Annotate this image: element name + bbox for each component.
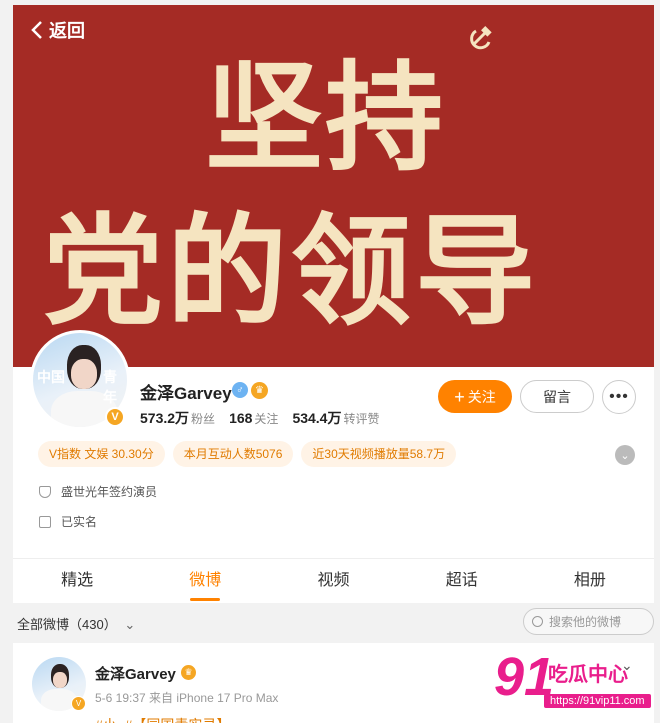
profile-tags: V指数 文娱 30.30分 本月互动人数5076 近30天视频播放量58.7万: [38, 441, 457, 467]
post-meta: 5-6 19:37 来自 iPhone 17 Pro Max: [95, 691, 279, 705]
feed-filter-dropdown[interactable]: 全部微博（430） ⌄: [17, 614, 135, 633]
verified-badge-icon: V: [71, 696, 86, 711]
avatar-text-left: 中国: [37, 369, 65, 385]
id-card-icon: [39, 515, 51, 528]
tag-video-plays[interactable]: 近30天视频播放量58.7万: [301, 441, 457, 467]
info-verified: 已实名: [39, 513, 97, 530]
post-author[interactable]: 金泽Garvey: [95, 663, 176, 684]
party-emblem-icon: [470, 26, 492, 50]
profile-banner: 返回 坚持 党的领导: [13, 5, 654, 367]
avatar-text-right: 青年: [103, 369, 117, 405]
follow-button[interactable]: + 关注: [438, 380, 512, 413]
watermark-url: https://91vip11.com: [544, 694, 651, 708]
banner-slogan-line1: 坚持: [205, 49, 446, 187]
post-text[interactable]: #小..#【同国青实录】: [95, 715, 230, 723]
info-agency: 盛世光年签约演员: [39, 483, 157, 500]
chevron-down-icon: ⌄: [124, 617, 136, 632]
male-icon: ♂: [232, 382, 248, 398]
stat-followers[interactable]: 573.2万 粉丝: [140, 408, 215, 428]
more-options-button[interactable]: •••: [602, 380, 636, 414]
plus-icon: +: [454, 386, 465, 407]
shield-icon: [39, 485, 51, 498]
back-button[interactable]: 返回: [31, 17, 85, 43]
profile-name: 金泽Garvey: [140, 384, 232, 403]
banner-slogan-line2: 党的领导: [43, 203, 539, 342]
crown-badge-icon: ♛: [181, 665, 196, 680]
tab-featured[interactable]: 精选: [13, 559, 141, 603]
stat-engagement: 534.4万 转评赞: [292, 410, 380, 426]
tab-album[interactable]: 相册: [526, 559, 654, 603]
chevron-down-icon[interactable]: ⌄: [615, 445, 635, 465]
tab-super-topic[interactable]: 超话: [398, 559, 526, 603]
tab-weibo[interactable]: 微博: [141, 559, 269, 603]
tag-v-index[interactable]: V指数 文娱 30.30分: [38, 441, 165, 467]
tab-video[interactable]: 视频: [269, 559, 397, 603]
back-label: 返回: [49, 21, 85, 41]
watermark-brand: 吃瓜中心: [548, 664, 628, 686]
profile-tabs: 精选 微博 视频 超话 相册: [13, 559, 654, 603]
chevron-left-icon: [31, 21, 42, 39]
message-button[interactable]: 留言: [520, 380, 594, 413]
search-icon: [532, 616, 543, 627]
profile-card: 返回 坚持 党的领导 中国 青年 V 金泽Garvey ♂ ♛ 573.2万 粉丝…: [13, 5, 654, 603]
profile-stats: 573.2万 粉丝 168 关注 534.4万 转评赞: [140, 408, 380, 428]
search-input[interactable]: 搜索他的微博: [523, 608, 654, 635]
watermark-logo: 91 吃瓜中心 https://91vip11.com: [494, 648, 651, 714]
tag-monthly-interaction[interactable]: 本月互动人数5076: [172, 441, 294, 467]
stat-following[interactable]: 168 关注: [229, 410, 278, 427]
crown-badge-icon[interactable]: ♛: [251, 382, 268, 399]
verified-badge-icon: V: [105, 407, 125, 427]
